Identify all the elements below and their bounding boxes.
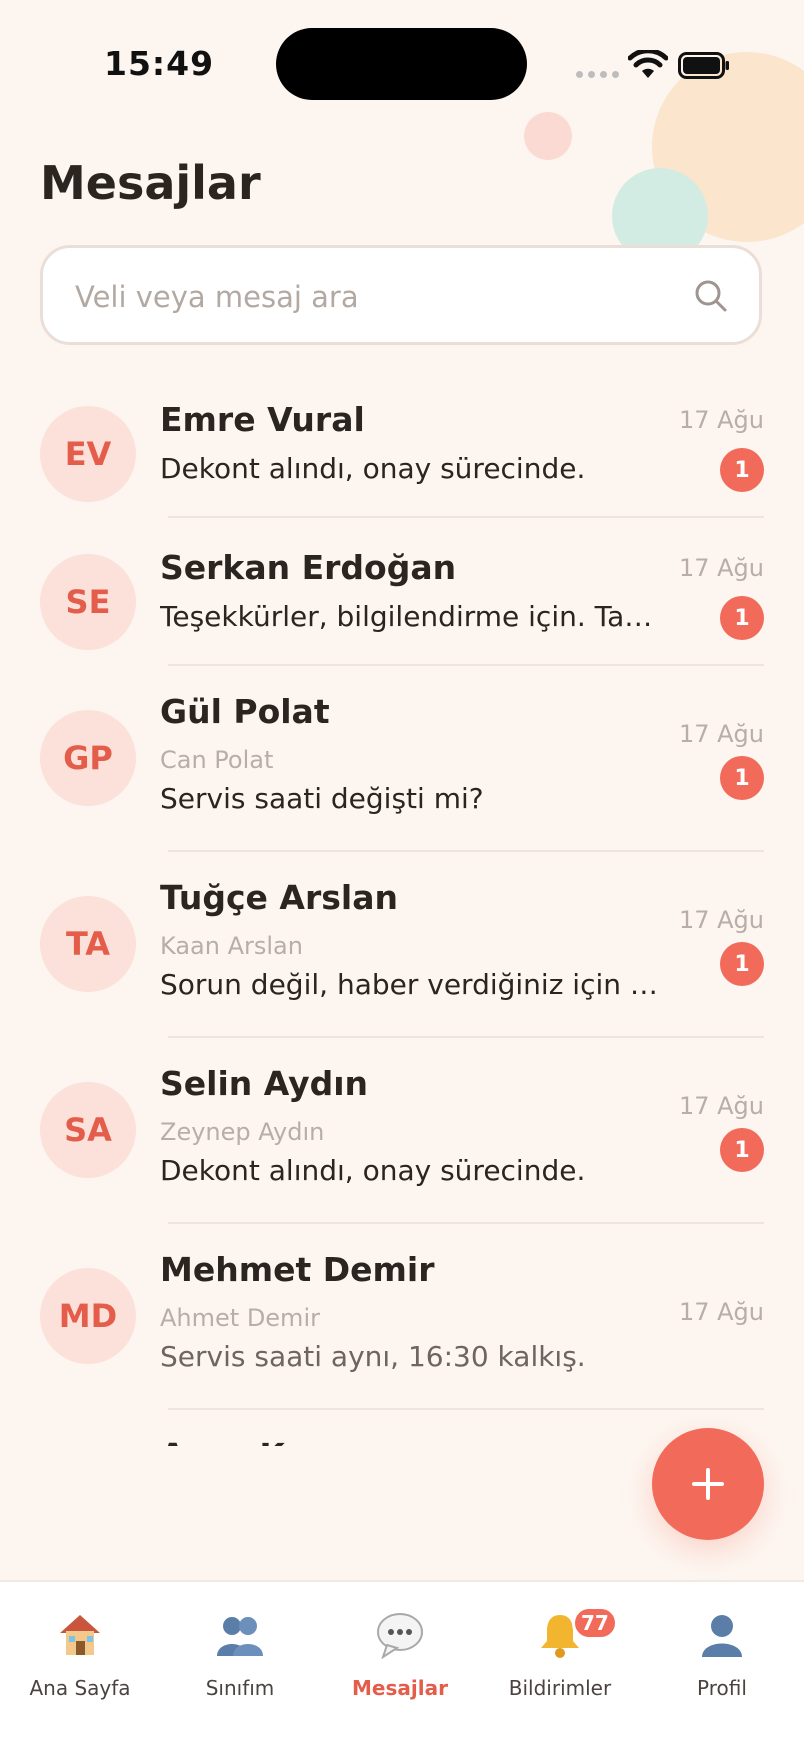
unread-badge: 1 — [720, 596, 764, 640]
message-preview: Servis saati aynı, 16:30 kalkış. — [160, 1340, 586, 1373]
status-time: 15:49 — [104, 44, 215, 83]
search-input[interactable]: Veli veya mesaj ara — [40, 245, 762, 345]
unread-badge: 1 — [720, 448, 764, 492]
plus-icon — [692, 1468, 724, 1500]
tab-notifications[interactable]: 77 Bildirimler — [480, 1606, 640, 1700]
house-icon — [60, 1615, 100, 1655]
conversation-row[interactable]: TA Tuğçe Arslan Kaan Arslan Sorun değil,… — [0, 852, 804, 1038]
conversation-row[interactable]: SA Selin Aydın Zeynep Aydın Dekont alınd… — [0, 1038, 804, 1224]
unread-badge: 1 — [720, 756, 764, 800]
student-name: Zeynep Aydın — [160, 1118, 325, 1146]
people-icon — [217, 1617, 263, 1656]
contact-name: Serkan Erdoğan — [160, 548, 457, 587]
search-placeholder: Veli veya mesaj ara — [75, 280, 359, 314]
message-date: 17 Ağu — [678, 1092, 764, 1120]
battery-icon — [678, 52, 729, 79]
message-preview: Dekont alındı, onay sürecinde. — [160, 452, 586, 485]
tab-profile[interactable]: Profil — [642, 1610, 802, 1700]
avatar: GP — [40, 710, 136, 806]
message-date: 17 Ağu — [678, 406, 764, 434]
contact-name: Emre Vural — [160, 400, 365, 439]
status-bar: 15:49 — [0, 0, 804, 120]
page-title: Mesajlar — [40, 156, 261, 210]
tab-label: Sınıfım — [205, 1676, 275, 1700]
contact-name: Tuğçe Arslan — [160, 878, 398, 917]
tab-messages[interactable]: Mesajlar — [320, 1610, 480, 1700]
student-name: Ahmet Demir — [160, 1304, 320, 1332]
student-name: Kaan Arslan — [160, 932, 303, 960]
conversation-list[interactable]: EV Emre Vural Dekont alındı, onay süreci… — [0, 378, 804, 1446]
speech-bubble-icon — [377, 1613, 423, 1659]
message-preview: Teşekkürler, bilgilendirme için. Takip e… — [160, 600, 660, 633]
search-icon[interactable] — [693, 278, 729, 314]
tab-class[interactable]: Sınıfım — [160, 1610, 320, 1700]
message-date: 17 Ağu — [678, 554, 764, 582]
avatar: MD — [40, 1268, 136, 1364]
person-icon — [702, 1615, 742, 1657]
avatar: SE — [40, 554, 136, 650]
contact-name: Gül Polat — [160, 692, 330, 731]
message-date: 17 Ağu — [678, 906, 764, 934]
avatar: EV — [40, 406, 136, 502]
conversation-row[interactable]: EV Emre Vural Dekont alındı, onay süreci… — [0, 378, 804, 518]
tab-label: Bildirimler — [508, 1676, 612, 1700]
tab-home[interactable]: Ana Sayfa — [0, 1610, 160, 1700]
contact-name: Mehmet Demir — [160, 1250, 435, 1289]
message-date: 17 Ağu — [678, 1298, 764, 1326]
contact-name: Selin Aydın — [160, 1064, 369, 1103]
unread-badge: 1 — [720, 942, 764, 986]
contact-name: Ayşe K — [160, 1436, 285, 1446]
avatar: TA — [40, 896, 136, 992]
notification-count-badge: 77 — [572, 1606, 618, 1640]
conversation-row[interactable]: SE Serkan Erdoğan Teşekkürler, bilgilend… — [0, 518, 804, 666]
tab-label: Ana Sayfa — [29, 1676, 131, 1700]
avatar: SA — [40, 1082, 136, 1178]
unread-badge: 1 — [720, 1128, 764, 1172]
message-preview: Sorun değil, haber verdiğiniz için teşek… — [160, 968, 660, 1001]
cellular-signal-icon — [576, 71, 619, 78]
student-name: Can Polat — [160, 746, 274, 774]
tab-label: Mesajlar — [352, 1676, 448, 1700]
tab-label: Profil — [697, 1676, 747, 1700]
conversation-row[interactable]: GP Gül Polat Can Polat Servis saati deği… — [0, 666, 804, 852]
message-preview: Servis saati değişti mi? — [160, 782, 484, 815]
message-preview: Dekont alındı, onay sürecinde. — [160, 1154, 586, 1187]
new-message-button[interactable] — [652, 1428, 764, 1540]
message-date: 17 Ağu — [678, 720, 764, 748]
conversation-row[interactable]: MD Mehmet Demir Ahmet Demir Servis saati… — [0, 1224, 804, 1410]
dynamic-island — [276, 28, 527, 100]
tab-bar: Ana Sayfa Sınıfım Mesajlar 77 Bildirimle… — [0, 1580, 804, 1750]
wifi-icon — [628, 50, 668, 78]
